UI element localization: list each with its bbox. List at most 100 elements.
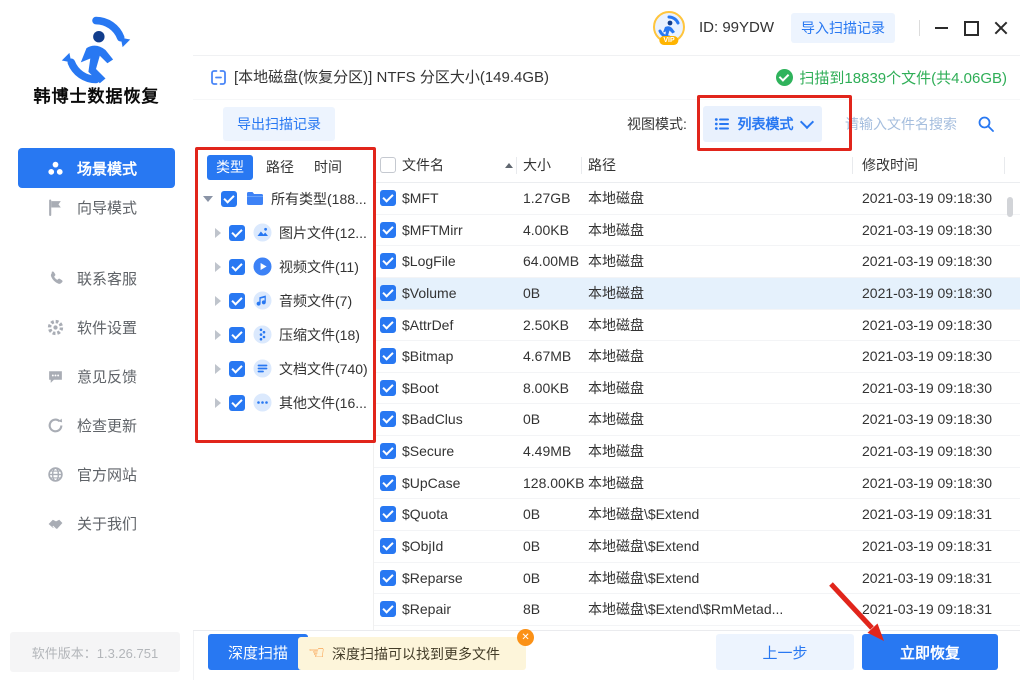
- column-path[interactable]: 路径: [588, 148, 616, 183]
- recover-now-button[interactable]: 立即恢复: [862, 634, 998, 670]
- caret-right-icon[interactable]: [215, 330, 221, 340]
- row-checkbox[interactable]: [380, 443, 396, 459]
- maximize-button[interactable]: [959, 16, 983, 40]
- tree-item[interactable]: 所有类型(188...: [193, 185, 374, 212]
- cell-size: 0B: [523, 563, 540, 595]
- row-checkbox[interactable]: [380, 380, 396, 396]
- sidebar-item-settings[interactable]: 软件设置: [18, 312, 175, 342]
- close-button[interactable]: [989, 16, 1013, 40]
- cell-modified: 2021-03-19 09:18:30: [862, 436, 992, 468]
- sidebar-item-scene-mode[interactable]: 场景模式: [18, 148, 175, 188]
- table-row[interactable]: $UpCase128.00KB本地磁盘2021-03-19 09:18:30: [374, 468, 1020, 500]
- tree-checkbox[interactable]: [229, 327, 245, 343]
- sidebar-item-label: 意见反馈: [77, 366, 137, 387]
- row-checkbox[interactable]: [380, 222, 396, 238]
- row-checkbox[interactable]: [380, 411, 396, 427]
- filter-tab-time[interactable]: 时间: [305, 155, 351, 180]
- sidebar-item-check-update[interactable]: 检查更新: [18, 410, 175, 440]
- table-row[interactable]: $Reparse0B本地磁盘\$Extend2021-03-19 09:18:3…: [374, 563, 1020, 595]
- view-mode-dropdown[interactable]: 列表模式: [703, 106, 822, 142]
- cell-path: 本地磁盘\$Extend\$RmMetad...: [588, 594, 856, 626]
- row-checkbox[interactable]: [380, 253, 396, 269]
- sidebar-item-about-us[interactable]: 关于我们: [18, 508, 175, 538]
- sidebar-item-feedback[interactable]: 意见反馈: [18, 361, 175, 391]
- table-row[interactable]: $Secure4.49MB本地磁盘2021-03-19 09:18:30: [374, 436, 1020, 468]
- table-row[interactable]: $Bitmap4.67MB本地磁盘2021-03-19 09:18:30: [374, 341, 1020, 373]
- tree-checkbox[interactable]: [229, 225, 245, 241]
- row-checkbox[interactable]: [380, 538, 396, 554]
- table-row[interactable]: $Quota0B本地磁盘\$Extend2021-03-19 09:18:31: [374, 499, 1020, 531]
- view-mode-value: 列表模式: [738, 114, 794, 134]
- column-modified[interactable]: 修改时间: [862, 148, 918, 183]
- table-row[interactable]: $AttrDef2.50KB本地磁盘2021-03-19 09:18:30: [374, 310, 1020, 342]
- caret-right-icon[interactable]: [215, 262, 221, 272]
- partition-icon: [210, 69, 227, 86]
- deep-scan-button[interactable]: 深度扫描: [208, 634, 308, 670]
- caret-right-icon[interactable]: [215, 398, 221, 408]
- table-row[interactable]: $Volume0B本地磁盘2021-03-19 09:18:30: [374, 278, 1020, 310]
- export-scan-records-button[interactable]: 导出扫描记录: [223, 107, 335, 141]
- row-checkbox[interactable]: [380, 348, 396, 364]
- caret-right-icon[interactable]: [215, 228, 221, 238]
- row-checkbox[interactable]: [380, 285, 396, 301]
- sort-ascending-icon[interactable]: [505, 163, 513, 168]
- filter-tab-type[interactable]: 类型: [207, 155, 253, 180]
- sidebar-item-contact-support[interactable]: 联系客服: [18, 263, 175, 293]
- caret-right-icon[interactable]: [215, 364, 221, 374]
- tree-item[interactable]: 图片文件(12...: [193, 219, 374, 246]
- sidebar-item-official-site[interactable]: 官方网站: [18, 459, 175, 489]
- table-row[interactable]: $Repair8B本地磁盘\$Extend\$RmMetad...2021-03…: [374, 594, 1020, 626]
- cell-modified: 2021-03-19 09:18:30: [862, 215, 992, 247]
- tree-item[interactable]: 其他文件(16...: [193, 389, 374, 416]
- tree-item[interactable]: 文档文件(740): [193, 355, 374, 382]
- import-scan-records-button[interactable]: 导入扫描记录: [791, 13, 895, 43]
- tree-item[interactable]: 压缩文件(18): [193, 321, 374, 348]
- cell-size: 8B: [523, 594, 540, 626]
- filter-tab-path[interactable]: 路径: [257, 155, 303, 180]
- tree-checkbox[interactable]: [229, 395, 245, 411]
- row-checkbox[interactable]: [380, 190, 396, 206]
- previous-step-button[interactable]: 上一步: [716, 634, 854, 670]
- table-row[interactable]: $ObjId0B本地磁盘\$Extend2021-03-19 09:18:31: [374, 531, 1020, 563]
- row-checkbox[interactable]: [380, 317, 396, 333]
- video-icon: [253, 257, 272, 276]
- cell-filename: $Quota: [402, 499, 448, 531]
- row-checkbox[interactable]: [380, 506, 396, 522]
- table-row[interactable]: $MFTMirr4.00KB本地磁盘2021-03-19 09:18:30: [374, 215, 1020, 247]
- vertical-scrollbar[interactable]: [1007, 197, 1013, 217]
- column-size[interactable]: 大小: [523, 148, 551, 183]
- caret-right-icon[interactable]: [215, 296, 221, 306]
- select-all-checkbox[interactable]: [380, 157, 396, 173]
- table-row[interactable]: $MFT1.27GB本地磁盘2021-03-19 09:18:30: [374, 183, 1020, 215]
- version-label: 软件版本：1.3.26.751: [10, 632, 180, 672]
- cell-path: 本地磁盘: [588, 341, 856, 373]
- tree-item-label: 音频文件(7): [279, 291, 352, 311]
- caret-down-icon[interactable]: [203, 196, 213, 202]
- row-checkbox[interactable]: [380, 570, 396, 586]
- search-icon[interactable]: [977, 115, 995, 133]
- titlebar-divider: [919, 20, 920, 36]
- sidebar-item-label: 官方网站: [77, 464, 137, 485]
- table-row[interactable]: $Boot8.00KB本地磁盘2021-03-19 09:18:30: [374, 373, 1020, 405]
- vip-badge-icon[interactable]: VIP: [653, 11, 685, 43]
- tree-checkbox[interactable]: [221, 191, 237, 207]
- sidebar-item-wizard-mode[interactable]: 向导模式: [18, 192, 175, 222]
- tree-checkbox[interactable]: [229, 293, 245, 309]
- row-checkbox[interactable]: [380, 601, 396, 617]
- tree-item[interactable]: 音频文件(7): [193, 287, 374, 314]
- brand-title: 韩博士数据恢复: [0, 82, 193, 107]
- cell-filename: $Repair: [402, 594, 451, 626]
- tree-checkbox[interactable]: [229, 259, 245, 275]
- column-filename[interactable]: 文件名: [402, 148, 444, 183]
- table-row[interactable]: $LogFile64.00MB本地磁盘2021-03-19 09:18:30: [374, 246, 1020, 278]
- tooltip-close-icon[interactable]: [517, 629, 534, 646]
- tree-item-label: 压缩文件(18): [279, 325, 360, 345]
- row-checkbox[interactable]: [380, 475, 396, 491]
- header-separator: [516, 157, 517, 174]
- tree-checkbox[interactable]: [229, 361, 245, 377]
- minimize-button[interactable]: [929, 16, 953, 40]
- tree-item[interactable]: 视频文件(11): [193, 253, 374, 280]
- table-row[interactable]: $BadClus0B本地磁盘2021-03-19 09:18:30: [374, 404, 1020, 436]
- search-input[interactable]: [843, 115, 977, 133]
- cell-modified: 2021-03-19 09:18:30: [862, 373, 992, 405]
